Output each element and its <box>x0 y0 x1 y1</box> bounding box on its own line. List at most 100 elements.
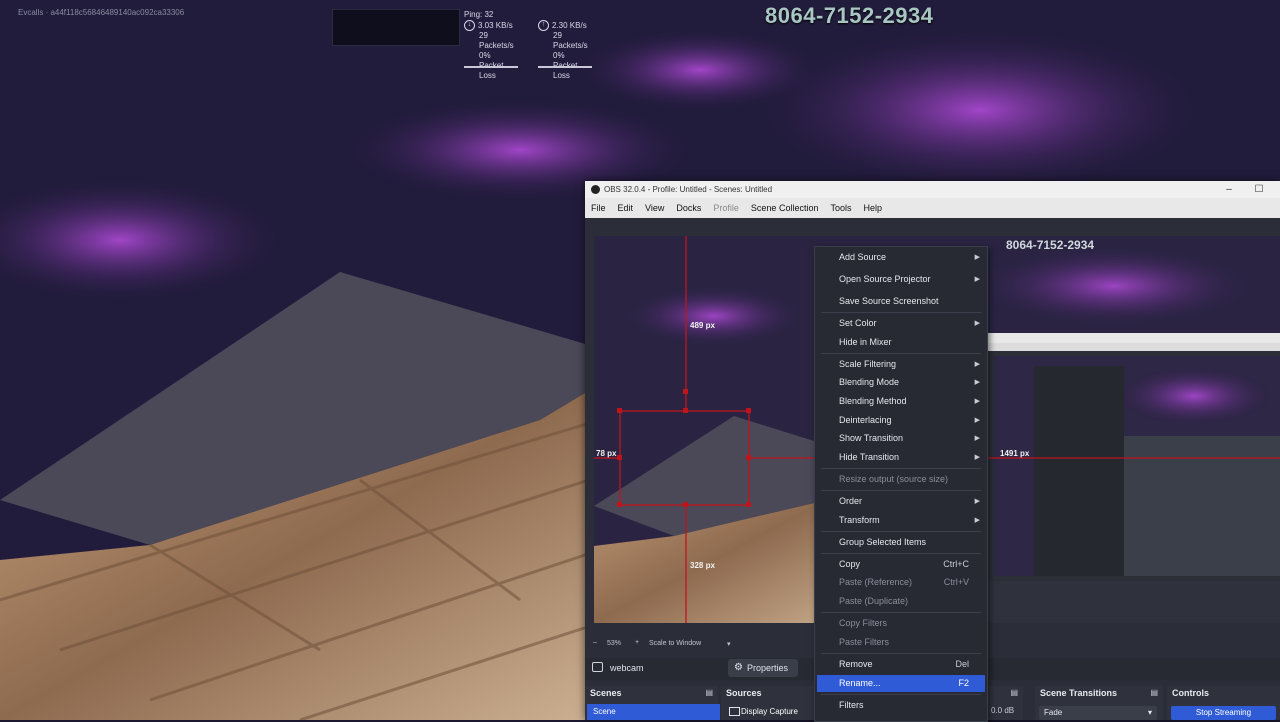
submenu-arrow-icon: ▶ <box>974 398 980 405</box>
menu-edit[interactable]: Edit <box>612 203 640 213</box>
session-id-text: Evcalls · a44f118c56846489140ac092ca3330… <box>18 8 185 17</box>
upload-graph <box>538 66 592 68</box>
submenu-arrow-icon: ▶ <box>974 454 980 461</box>
context-menu: Add Source ▶ Open Source Projector ▶ Save … <box>814 246 988 722</box>
menu-item-hide-transition[interactable]: Hide Transition ▶ <box>817 449 985 466</box>
menu-item-add-source[interactable]: Add Source ▶ <box>817 249 985 266</box>
menu-item-resize-output[interactable]: Resize output (source size) <box>817 471 985 488</box>
selected-source-name: webcam <box>610 663 644 673</box>
menu-item-transform[interactable]: Transform ▶ <box>817 512 985 529</box>
scene-item[interactable]: Scene <box>587 704 720 720</box>
menu-help[interactable]: Help <box>857 203 888 213</box>
menu-item-blending-mode[interactable]: Blending Mode ▶ <box>817 374 985 391</box>
menu-item-filters[interactable]: Filters <box>817 697 985 714</box>
menu-item-label: Add Source <box>839 252 887 262</box>
menu-item-label: Hide in Mixer <box>839 337 892 347</box>
maximize-button[interactable]: ☐ <box>1244 181 1274 198</box>
menu-item-label: Blending Mode <box>839 377 900 387</box>
download-rate: 3.03 KB/s <box>478 20 513 30</box>
menu-separator <box>821 531 981 532</box>
menu-item-label: Copy Filters <box>839 618 888 628</box>
menu-docks[interactable]: Docks <box>670 203 707 213</box>
menu-item-set-color[interactable]: Set Color ▶ <box>817 315 985 332</box>
menu-scene-collection[interactable]: Scene Collection <box>745 203 825 213</box>
menu-item-save-source-screenshot[interactable]: Save Source Screenshot <box>817 293 985 310</box>
menu-tools[interactable]: Tools <box>824 203 857 213</box>
menu-item-scale-filtering[interactable]: Scale Filtering ▶ <box>817 356 985 373</box>
measure-right-label: 1491 px <box>1000 449 1030 458</box>
submenu-arrow-icon: ▶ <box>974 254 980 261</box>
zoom-level: 53% <box>607 640 622 647</box>
overlay-panel <box>332 9 460 46</box>
menu-item-deinterlacing[interactable]: Deinterlacing ▶ <box>817 412 985 429</box>
menu-item-label: Open Source Projector <box>839 274 931 284</box>
submenu-arrow-icon: ▶ <box>974 320 980 327</box>
download-icon: ↓ <box>464 20 475 31</box>
menu-view[interactable]: View <box>639 203 670 213</box>
camera-icon <box>592 662 603 672</box>
scenes-dock: Scenes ▤ Scene <box>585 686 720 720</box>
submenu-arrow-icon: ▶ <box>974 417 980 424</box>
menu-item-label: Filters <box>839 700 864 710</box>
menu-item-label: Transform <box>839 515 880 525</box>
menu-separator <box>821 653 981 654</box>
menu-file[interactable]: File <box>585 203 612 213</box>
menu-separator <box>821 468 981 469</box>
submenu-arrow-icon: ▶ <box>974 517 980 524</box>
chevron-down-icon: ▾ <box>1147 708 1152 717</box>
menu-item-copy-filters[interactable]: Copy Filters <box>817 615 985 632</box>
submenu-arrow-icon: ▶ <box>974 435 980 442</box>
menu-item-shortcut: Ctrl+C <box>943 559 969 569</box>
menu-item-label: Remove <box>839 659 873 669</box>
menu-item-copy[interactable]: Copy Ctrl+C <box>817 556 985 573</box>
transition-select[interactable]: Fade ▾ <box>1039 706 1157 720</box>
scale-mode-select[interactable]: Scale to Window <box>649 640 701 647</box>
chevron-down-icon[interactable]: ▾ <box>727 640 731 648</box>
menu-item-blending-method[interactable]: Blending Method ▶ <box>817 393 985 410</box>
download-graph <box>464 66 518 68</box>
menu-item-rename[interactable]: Rename... F2 <box>817 675 985 692</box>
dock-menu-icon[interactable]: ▤ <box>705 688 713 697</box>
properties-label: Properties <box>747 663 789 673</box>
menu-item-group-selected[interactable]: Group Selected Items <box>817 534 985 551</box>
obs-logo-icon <box>591 185 600 194</box>
properties-button[interactable]: ⚙ Properties <box>728 659 798 677</box>
submenu-arrow-icon: ▶ <box>974 379 980 386</box>
menu-item-label: Set Color <box>839 318 877 328</box>
measure-left-label: 78 px <box>596 449 617 458</box>
menu-item-label: Group Selected Items <box>839 537 927 547</box>
dock-menu-icon[interactable]: ▤ <box>1010 688 1018 697</box>
zoom-out-button[interactable]: – <box>593 639 597 646</box>
download-packets: 29 Packets/s <box>479 31 514 50</box>
menu-item-paste-duplicate[interactable]: Paste (Duplicate) <box>817 593 985 610</box>
menu-item-hide-in-mixer[interactable]: Hide in Mixer <box>817 334 985 351</box>
menu-item-order[interactable]: Order ▶ <box>817 493 985 510</box>
controls-dock: Controls Stop Streaming <box>1167 686 1280 720</box>
menu-item-show-transition[interactable]: Show Transition ▶ <box>817 430 985 447</box>
transitions-title: Scene Transitions <box>1040 688 1118 698</box>
menu-separator <box>821 353 981 354</box>
menu-profile[interactable]: Profile <box>707 203 745 213</box>
upload-rate: 2.30 KB/s <box>552 20 587 30</box>
menu-separator <box>821 553 981 554</box>
minimize-button[interactable]: – <box>1214 181 1244 198</box>
menu-item-label: Rename... <box>839 678 881 688</box>
menu-separator <box>821 312 981 313</box>
dock-menu-icon[interactable]: ▤ <box>1150 688 1158 697</box>
stop-streaming-label: Stop Streaming <box>1195 708 1252 717</box>
menu-bar: File Edit View Docks Profile Scene Colle… <box>585 198 1280 218</box>
controls-title: Controls <box>1172 688 1209 698</box>
source-item[interactable]: Display Capture <box>735 704 798 720</box>
stop-streaming-button[interactable]: Stop Streaming <box>1171 706 1276 720</box>
upload-packets: 29 Packets/s <box>553 31 588 50</box>
menu-item-paste-filters[interactable]: Paste Filters <box>817 634 985 651</box>
ping-label: Ping: 32 <box>464 10 494 19</box>
menu-item-open-source-projector[interactable]: Open Source Projector ▶ <box>817 271 985 288</box>
menu-item-remove[interactable]: Remove Del <box>817 656 985 673</box>
menu-item-label: Hide Transition <box>839 452 900 462</box>
menu-item-shortcut: Ctrl+V <box>943 577 969 587</box>
menu-item-paste-reference[interactable]: Paste (Reference) Ctrl+V <box>817 574 985 591</box>
menu-item-label: Copy <box>839 559 861 569</box>
submenu-arrow-icon: ▶ <box>974 498 980 505</box>
zoom-in-button[interactable]: + <box>635 639 639 646</box>
